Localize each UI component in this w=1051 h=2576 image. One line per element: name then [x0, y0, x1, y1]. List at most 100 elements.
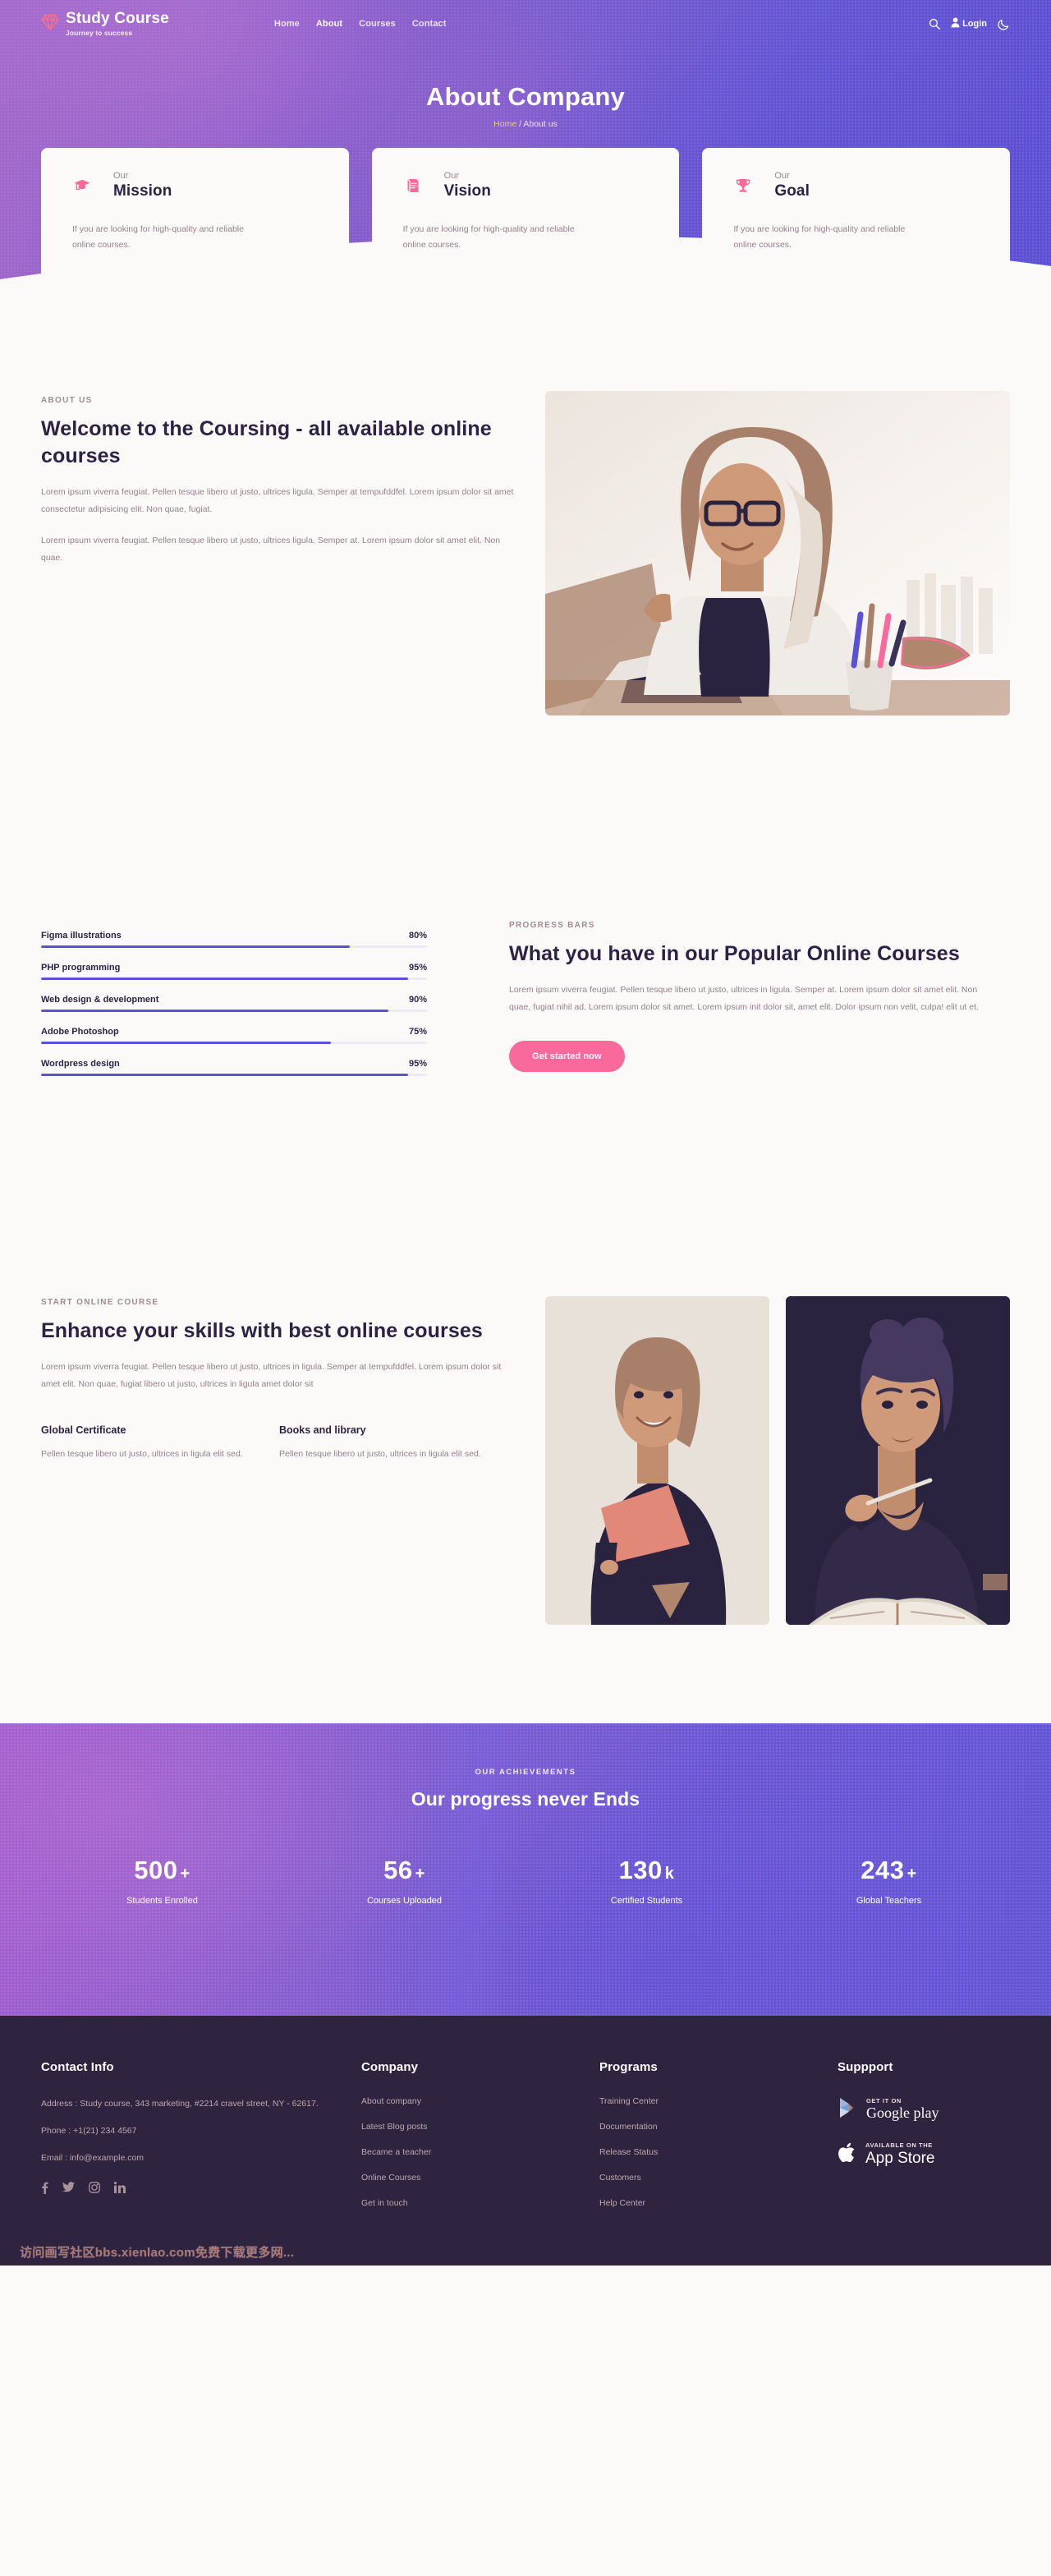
- progress-bar-track: [41, 1074, 427, 1076]
- stat-number: 500: [134, 1856, 178, 1884]
- stat-certified-students: 130 k Certified Students: [526, 1856, 768, 1906]
- skills-title: Enhance your skills with best online cou…: [41, 1319, 483, 1342]
- skills-feature-text: Pellen tesque libero ut justo, ultrices …: [279, 1449, 481, 1459]
- skills-feature-library: Books and library Pellen tesque libero u…: [279, 1424, 484, 1462]
- progress-bar-row: Figma illustrations 80%: [41, 931, 427, 948]
- stat-label: Courses Uploaded: [366, 1896, 443, 1906]
- footer-link-about-company[interactable]: About company: [361, 2096, 599, 2106]
- footer-link-customers[interactable]: Customers: [599, 2173, 838, 2183]
- apple-icon: [838, 2141, 858, 2169]
- footer-heading-company: Company: [361, 2060, 419, 2074]
- footer-heading-support: Suppport: [838, 2060, 893, 2074]
- hero-content: About Company Home / About us: [0, 43, 1051, 129]
- progress-bar-value: 95%: [408, 963, 427, 973]
- google-play-icon: [838, 2096, 859, 2123]
- about-kicker: ABOUT US: [41, 396, 93, 405]
- main-navigation: Study Course Journey to success Home Abo…: [41, 0, 1010, 43]
- brand-logo[interactable]: Study Course Journey to success: [41, 11, 169, 37]
- breadcrumb-current: About us: [523, 119, 558, 129]
- footer-contact-column: Contact Info Address : Study course, 343…: [41, 2060, 361, 2224]
- about-title: Welcome to the Coursing - all available …: [41, 417, 492, 467]
- achievements-kicker: OUR ACHIEVEMENTS: [475, 1768, 576, 1777]
- skills-feature-text: Pellen tesque libero ut justo, ultrices …: [41, 1449, 243, 1459]
- footer-link-latest-blog-posts[interactable]: Latest Blog posts: [361, 2122, 599, 2132]
- skills-photo-right: [786, 1296, 1010, 1625]
- nav-link-home[interactable]: Home: [274, 19, 300, 29]
- instagram-icon[interactable]: [89, 2181, 100, 2194]
- stat-label: Global Teachers: [856, 1896, 922, 1906]
- login-button[interactable]: Login: [951, 17, 987, 30]
- progress-bar-track: [41, 1042, 427, 1044]
- get-started-button[interactable]: Get started now: [509, 1041, 625, 1072]
- progress-bar-value: 80%: [408, 931, 427, 941]
- stat-global-teachers: 243 + Global Teachers: [768, 1856, 1010, 1906]
- nav-link-courses[interactable]: Courses: [359, 19, 396, 29]
- site-footer: Contact Info Address : Study course, 343…: [0, 2016, 1051, 2266]
- nav-links: Home About Courses Contact: [274, 19, 447, 29]
- about-paragraph-2: Lorem ipsum viverra feugiat. Pellen tesq…: [41, 536, 501, 563]
- footer-heading-contact: Contact Info: [41, 2060, 114, 2074]
- app-store-badge[interactable]: AVAILABLE ON THE App Store: [838, 2141, 1010, 2169]
- feature-card-kicker: Our: [774, 171, 790, 181]
- twitter-icon[interactable]: [62, 2182, 75, 2194]
- progress-bar-fill: [41, 1074, 408, 1076]
- feature-card-vision: Our Vision If you are looking for high-q…: [371, 148, 680, 312]
- progress-bar-row: Wordpress design 95%: [41, 1059, 427, 1076]
- stat-label: Students Enrolled: [126, 1896, 198, 1906]
- linkedin-icon[interactable]: [114, 2181, 126, 2194]
- progress-bar-label: Adobe Photoshop: [41, 1027, 119, 1037]
- stat-label: Certified Students: [610, 1896, 683, 1906]
- skills-section: START ONLINE COURSE Enhance your skills …: [41, 1091, 1010, 1625]
- footer-email: Email : info@example.com: [41, 2152, 145, 2163]
- stat-students-enrolled: 500 + Students Enrolled: [41, 1856, 283, 1906]
- nav-link-about[interactable]: About: [316, 19, 342, 29]
- footer-link-get-in-touch[interactable]: Get in touch: [361, 2198, 599, 2208]
- feature-card-title: Vision: [443, 182, 491, 200]
- footer-link-release-status[interactable]: Release Status: [599, 2147, 838, 2157]
- about-page: Study Course Journey to success Home Abo…: [0, 0, 1051, 2266]
- feature-cards: Our Mission If you are looking for high-…: [41, 148, 1011, 337]
- stat-number: 130: [618, 1856, 663, 1884]
- progress-paragraph: Lorem ipsum viverra feugiat. Pellen tesq…: [509, 985, 979, 1012]
- footer-link-online-courses[interactable]: Online Courses: [361, 2173, 599, 2183]
- stat-courses-uploaded: 56 + Courses Uploaded: [283, 1856, 526, 1906]
- stat-unit: +: [906, 1865, 917, 1883]
- brand-name: Study Course: [66, 10, 169, 28]
- stat-unit: +: [415, 1865, 425, 1883]
- search-icon[interactable]: [929, 18, 940, 30]
- progress-bar-row: PHP programming 95%: [41, 963, 427, 980]
- stat-unit: +: [180, 1865, 190, 1883]
- skills-feature-title: Books and library: [279, 1424, 366, 1436]
- nav-link-contact[interactable]: Contact: [412, 19, 447, 29]
- skills-kicker: START ONLINE COURSE: [41, 1298, 159, 1307]
- google-play-badge-label: Google play: [866, 2104, 939, 2122]
- moon-icon[interactable]: [998, 18, 1010, 30]
- progress-bar-label: Figma illustrations: [41, 931, 122, 941]
- book-icon: [403, 177, 423, 194]
- footer-link-training-center[interactable]: Training Center: [599, 2096, 838, 2106]
- feature-card-description: If you are looking for high-quality and …: [72, 224, 244, 251]
- footer-phone: Phone : +1(21) 234 4567: [41, 2125, 137, 2136]
- footer-link-help-center[interactable]: Help Center: [599, 2198, 838, 2208]
- page-title: About Company: [426, 82, 625, 111]
- footer-company-column: Company About company Latest Blog posts …: [361, 2060, 599, 2224]
- progress-bar-label: Wordpress design: [41, 1059, 120, 1069]
- feature-card-goal: Our Goal If you are looking for high-qua…: [702, 148, 1011, 312]
- about-section: ABOUT US Welcome to the Coursing - all a…: [41, 337, 1010, 715]
- footer-link-documentation[interactable]: Documentation: [599, 2122, 838, 2132]
- stats-row: 500 + Students Enrolled 56 + Courses Uploa…: [41, 1856, 1010, 1906]
- footer-link-became-a-teacher[interactable]: Became a teacher: [361, 2147, 599, 2157]
- skills-paragraph: Lorem ipsum viverra feugiat. Pellen tesq…: [41, 1362, 502, 1389]
- footer-programs-column: Programs Training Center Documentation R…: [599, 2060, 838, 2224]
- stat-number: 243: [861, 1856, 905, 1884]
- skills-photo-left: [545, 1296, 769, 1625]
- google-play-badge[interactable]: GET IT ON Google play: [838, 2096, 1010, 2123]
- stat-number: 56: [383, 1856, 413, 1884]
- about-photo: [545, 391, 1010, 715]
- breadcrumb-home[interactable]: Home: [493, 119, 516, 129]
- facebook-icon[interactable]: [41, 2182, 48, 2194]
- nav-actions: Login: [929, 17, 1010, 30]
- progress-bar-value: 95%: [408, 1059, 427, 1069]
- progress-bar-value: 90%: [408, 995, 427, 1005]
- diamond-icon: [41, 12, 59, 36]
